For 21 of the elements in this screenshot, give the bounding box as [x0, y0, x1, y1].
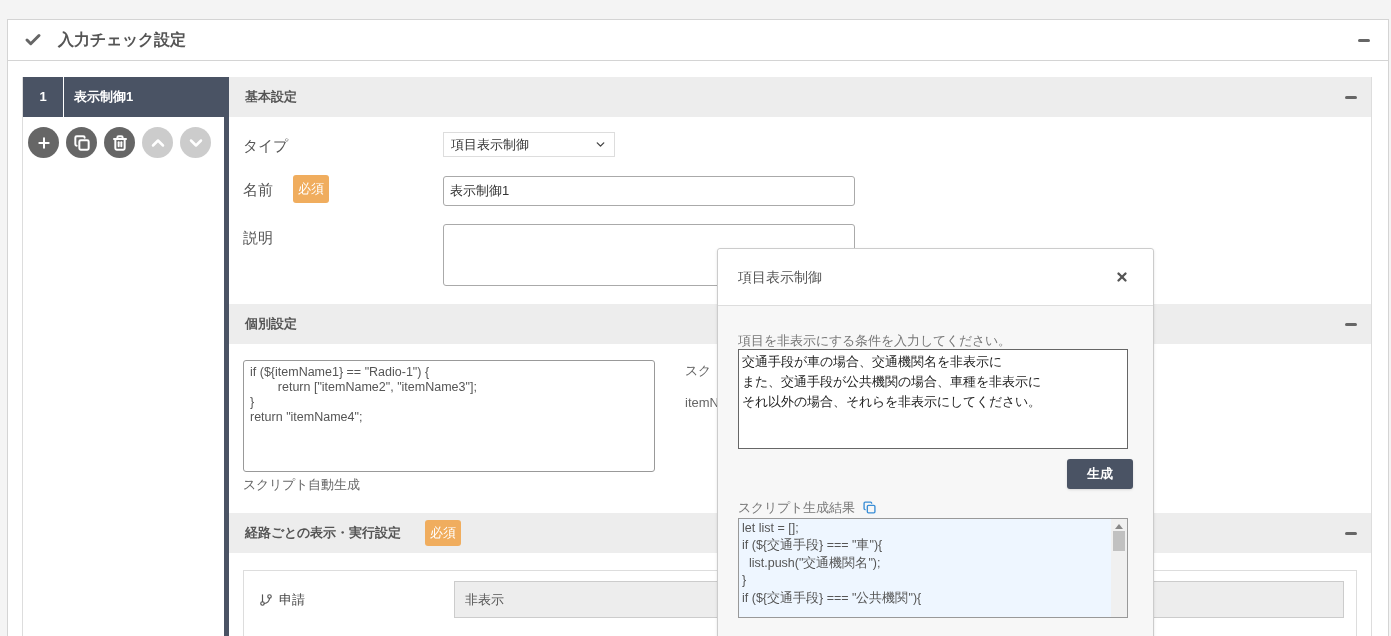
required-badge: 必須 — [293, 175, 329, 203]
section-title: 個別設定 — [245, 315, 297, 334]
route-label: 申請 — [279, 590, 305, 609]
prompt-label: 項目を非表示にする条件を入力してください。 — [738, 333, 1012, 349]
prompt-line: また、交通手段が公共機関の場合、車種を非表示に — [742, 373, 1041, 391]
required-badge: 必須 — [425, 520, 461, 546]
field-label: 説明 — [243, 228, 273, 248]
section-title: 基本設定 — [245, 88, 297, 107]
field-label: スク — [685, 362, 712, 380]
field-label: タイプ — [243, 136, 288, 156]
result-label: スクリプト生成結果 — [738, 499, 855, 517]
item-name: 表示制御1 — [73, 88, 134, 107]
prompt-line: それ以外の場合、それらを非表示にしてください。 — [742, 393, 1041, 411]
script-caption: スクリプト自動生成 — [243, 476, 361, 494]
dialog-title: 項目表示制御 — [738, 267, 822, 287]
prompt-line: 交通手段が車の場合、交通機関名を非表示に — [742, 353, 1002, 371]
field-label: 名前 — [243, 180, 273, 200]
item-number: 1 — [23, 77, 64, 117]
result-code: let list = []; if (${交通手段} === "車"){ list.push("交通機関名"); } if (${交通手段} === "公共機関"){ — [741, 519, 923, 607]
panel-title: 入力チェック設定 — [58, 30, 186, 50]
section-title: 経路ごとの表示・実行設定 — [245, 524, 401, 543]
